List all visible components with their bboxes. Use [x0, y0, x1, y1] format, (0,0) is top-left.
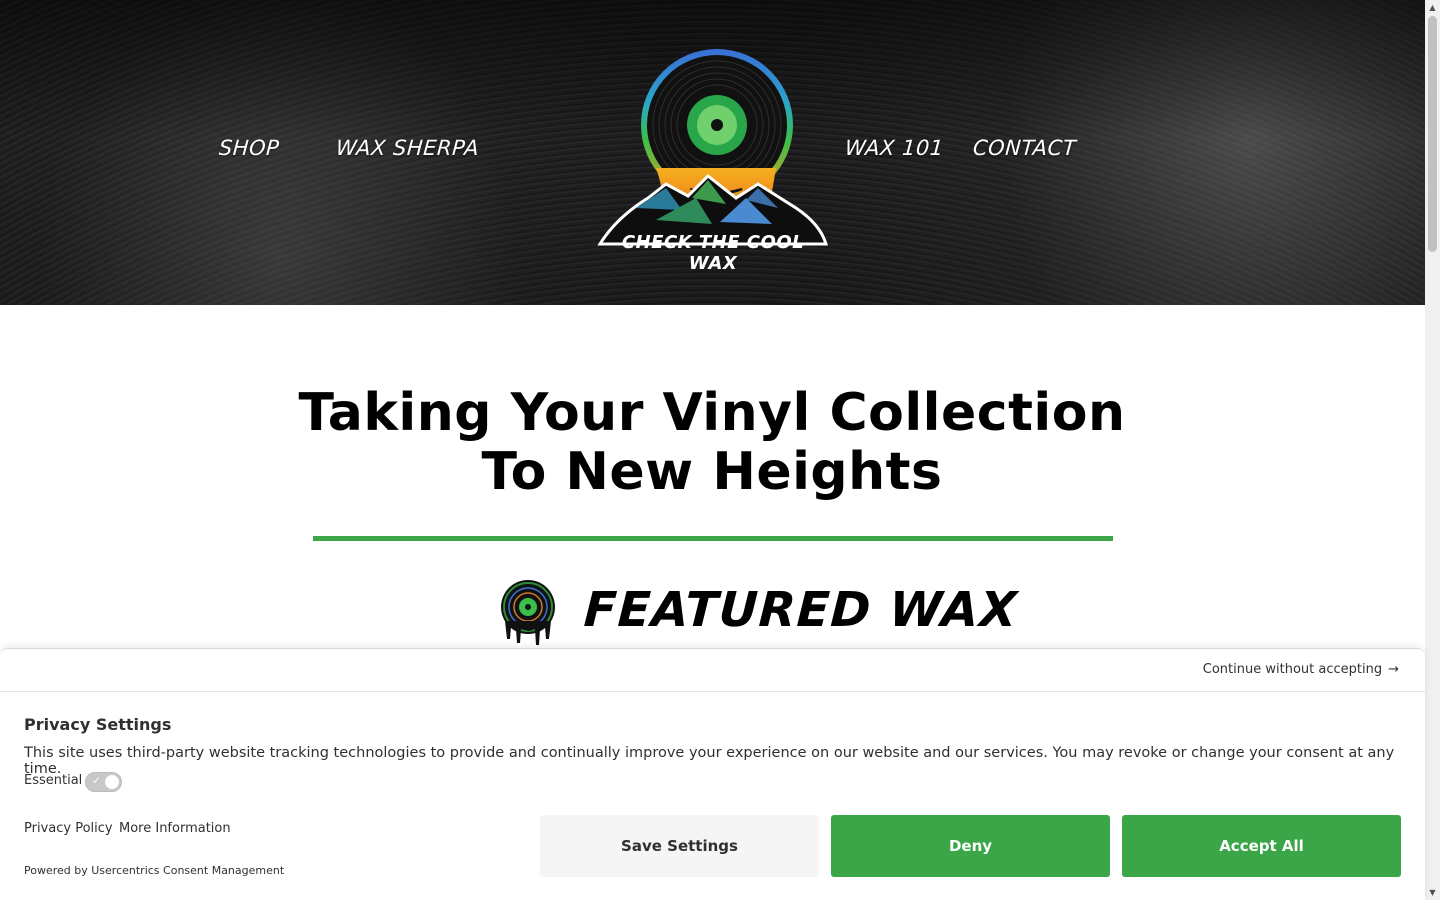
- headline-line-2: To New Heights: [481, 442, 943, 502]
- scroll-down-arrow-icon[interactable]: ▼: [1425, 885, 1440, 900]
- site-logo[interactable]: CHECK THE COOL WAX: [596, 48, 830, 274]
- scroll-thumb[interactable]: [1428, 16, 1437, 252]
- consent-description: This site uses third-party website track…: [24, 745, 1395, 777]
- save-settings-button[interactable]: Save Settings: [540, 815, 819, 877]
- nav-contact[interactable]: CONTACT: [972, 136, 1077, 160]
- toggle-knob: [105, 775, 119, 789]
- vinyl-mountain-logo-icon: [597, 49, 829, 246]
- arrow-right-icon: →: [1388, 662, 1399, 677]
- site-header: SHOP WAX SHERPA WAX 101 CONTACT CHECK TH…: [0, 0, 1425, 305]
- essential-label: Essential: [24, 773, 83, 788]
- featured-wax-heading: FEATURED WAX: [582, 582, 1020, 638]
- more-information-link[interactable]: More Information: [119, 821, 231, 836]
- dripping-vinyl-icon: [499, 577, 557, 647]
- page-headline: Taking Your Vinyl Collection To New Heig…: [270, 384, 1154, 502]
- essential-toggle[interactable]: ✓: [85, 772, 122, 792]
- continue-label: Continue without accepting: [1202, 662, 1383, 677]
- page-scrollbar[interactable]: ▲ ▼: [1425, 0, 1440, 900]
- logo-text: CHECK THE COOL WAX: [621, 232, 805, 274]
- headline-line-1: Taking Your Vinyl Collection: [298, 383, 1126, 443]
- accept-all-button[interactable]: Accept All: [1122, 815, 1401, 877]
- nav-wax-sherpa[interactable]: WAX SHERPA: [335, 136, 480, 160]
- section-divider: [313, 536, 1113, 541]
- privacy-policy-link[interactable]: Privacy Policy: [24, 821, 113, 836]
- checkmark-icon: ✓: [92, 774, 102, 787]
- privacy-consent-banner: Continue without accepting → Privacy Sett…: [0, 648, 1425, 900]
- scroll-up-arrow-icon[interactable]: ▲: [1425, 0, 1440, 15]
- nav-wax-101[interactable]: WAX 101: [844, 136, 944, 160]
- nav-shop[interactable]: SHOP: [218, 136, 280, 160]
- deny-button[interactable]: Deny: [831, 815, 1110, 877]
- powered-by-text: Powered by Usercentrics Consent Manageme…: [24, 864, 285, 877]
- continue-without-accepting-link[interactable]: Continue without accepting →: [1203, 662, 1399, 677]
- consent-title: Privacy Settings: [24, 715, 172, 734]
- consent-topbar: Continue without accepting →: [0, 649, 1425, 692]
